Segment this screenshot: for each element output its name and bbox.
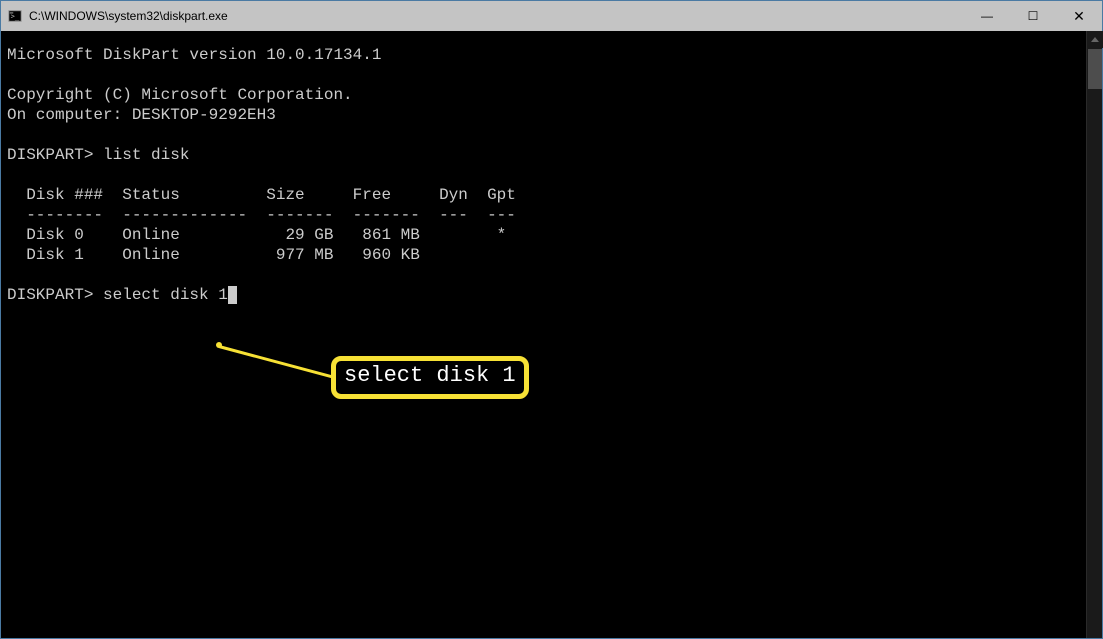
- disk-table-row: Disk 0 Online 29 GB 861 MB *: [7, 226, 506, 244]
- prompt-2: DISKPART> select disk 1: [7, 286, 237, 304]
- command-list-disk: list disk: [103, 146, 189, 164]
- command-select-disk: select disk 1: [103, 286, 228, 304]
- annotation-anchor-dot: [216, 342, 222, 348]
- annotation-callout-box: select disk 1: [331, 356, 529, 399]
- content-outer: Microsoft DiskPart version 10.0.17134.1 …: [1, 31, 1102, 638]
- window-title: C:\WINDOWS\system32\diskpart.exe: [29, 9, 228, 23]
- scrollbar-vertical[interactable]: [1086, 31, 1102, 638]
- annotation-leader-line: [219, 345, 336, 379]
- scrollbar-up-arrow[interactable]: [1087, 31, 1103, 48]
- disk-table-header: Disk ### Status Size Free Dyn Gpt: [7, 186, 516, 204]
- svg-text:>_: >_: [11, 13, 20, 21]
- close-button[interactable]: ✕: [1056, 1, 1102, 31]
- output-copyright-line: Copyright (C) Microsoft Corporation.: [7, 86, 353, 104]
- scrollbar-thumb[interactable]: [1088, 49, 1102, 89]
- terminal-area[interactable]: Microsoft DiskPart version 10.0.17134.1 …: [1, 31, 1086, 638]
- disk-table-row: Disk 1 Online 977 MB 960 KB: [7, 246, 420, 264]
- text-cursor: [228, 286, 237, 304]
- prompt-prefix: DISKPART>: [7, 286, 103, 304]
- window-controls: — ☐ ✕: [964, 1, 1102, 31]
- disk-table-rule: -------- ------------- ------- ------- -…: [7, 206, 516, 224]
- prompt-1: DISKPART> list disk: [7, 146, 189, 164]
- terminal-output: Microsoft DiskPart version 10.0.17134.1 …: [1, 31, 1086, 305]
- maximize-button[interactable]: ☐: [1010, 1, 1056, 31]
- output-version-line: Microsoft DiskPart version 10.0.17134.1: [7, 46, 381, 64]
- window-frame: >_ C:\WINDOWS\system32\diskpart.exe — ☐ …: [0, 0, 1103, 639]
- minimize-button[interactable]: —: [964, 1, 1010, 31]
- app-icon: >_: [7, 8, 23, 24]
- annotation-callout-text: select disk 1: [344, 363, 516, 388]
- prompt-prefix: DISKPART>: [7, 146, 103, 164]
- output-computer-line: On computer: DESKTOP-9292EH3: [7, 106, 276, 124]
- titlebar[interactable]: >_ C:\WINDOWS\system32\diskpart.exe — ☐ …: [1, 1, 1102, 31]
